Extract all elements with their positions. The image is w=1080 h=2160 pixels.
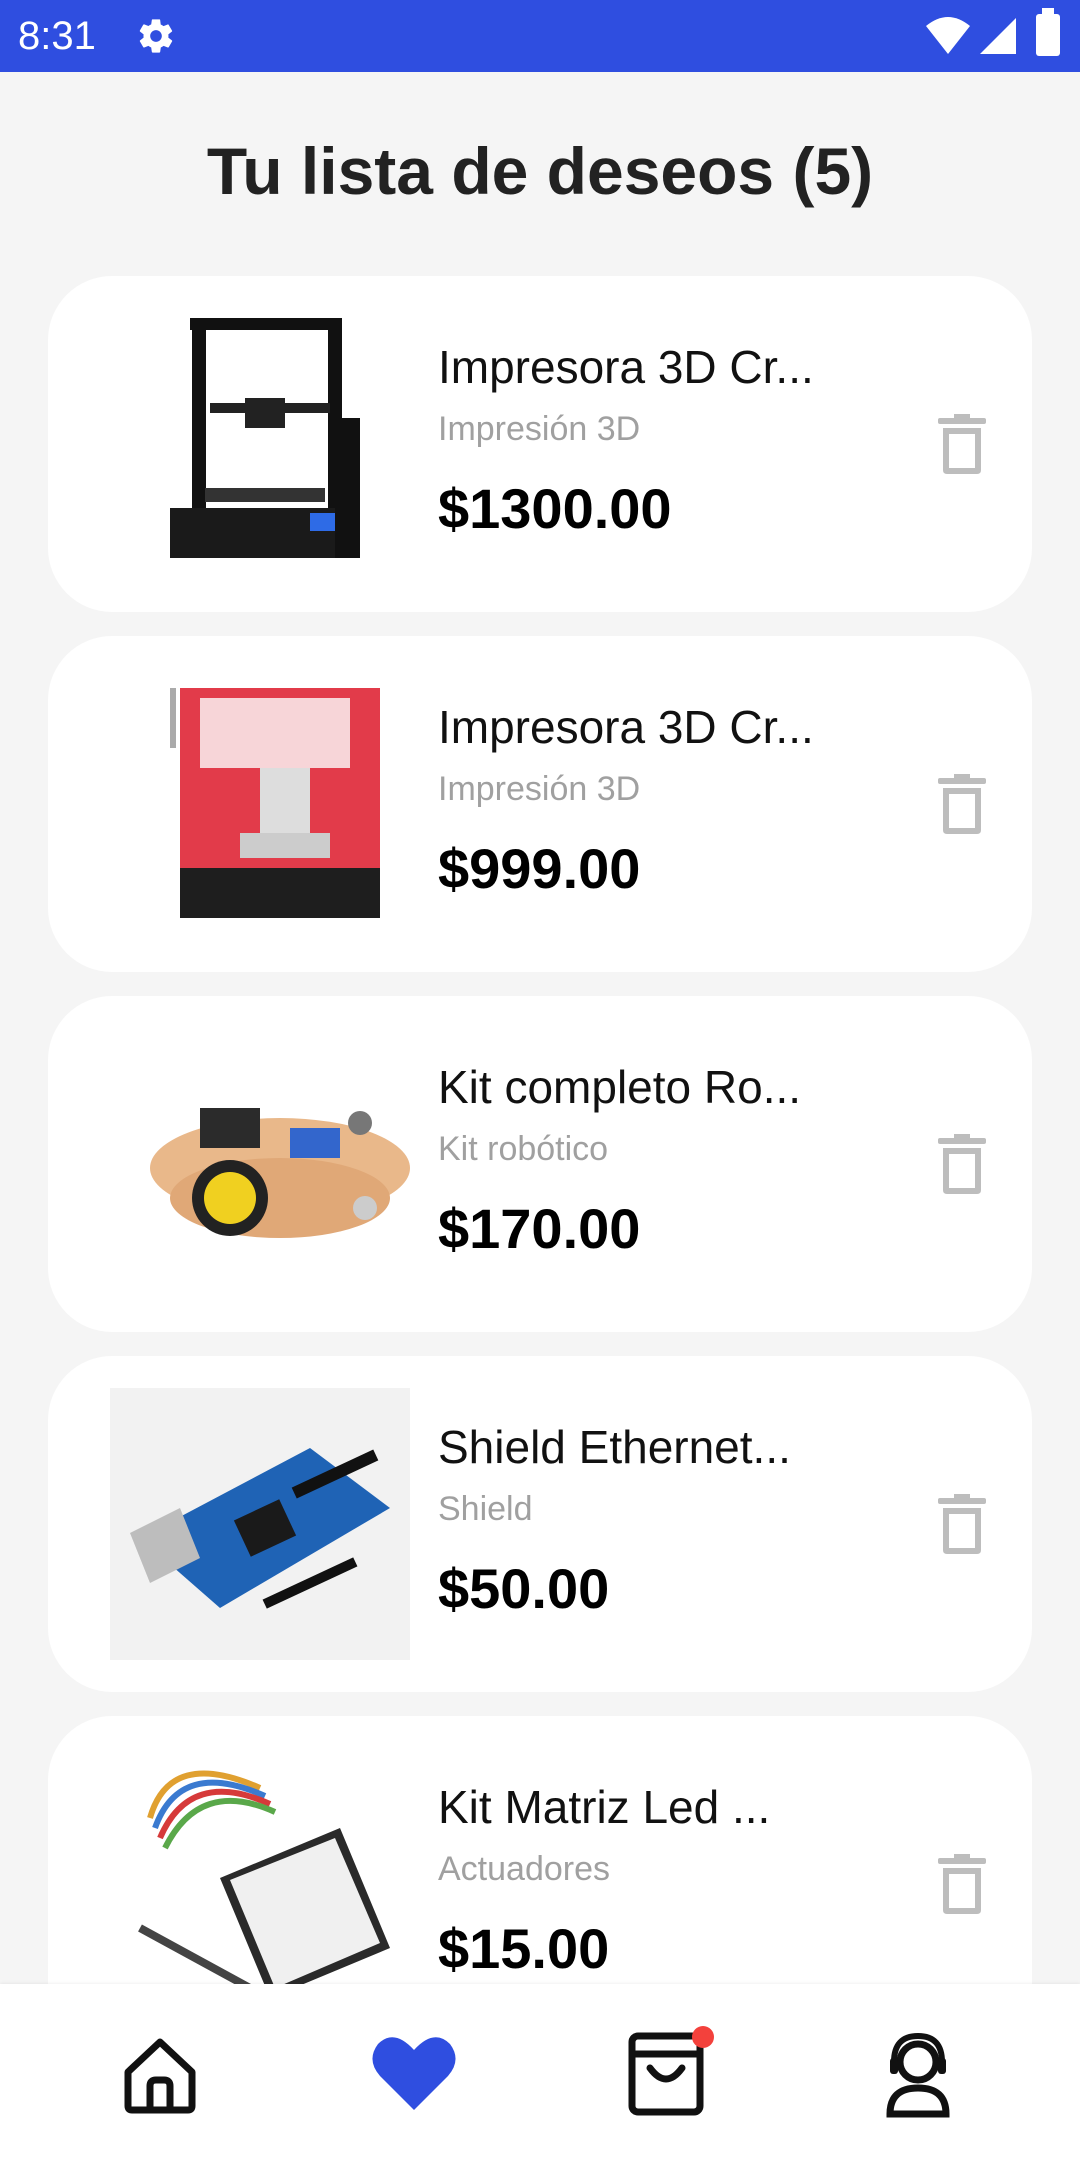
3d-printer-red-image [110, 668, 410, 940]
product-category: Kit robótico [438, 1130, 609, 1168]
trash-icon[interactable] [938, 1494, 986, 1554]
3d-printer-black-image [110, 308, 410, 580]
page-title: Tu lista de deseos (5) [206, 134, 874, 208]
wifi-icon [926, 17, 970, 54]
wishlist: Impresora 3D Cr... Impresión 3D $1300.00… [48, 276, 1032, 2076]
status-bar: 8:31 [0, 0, 1080, 72]
bottom-nav [0, 1984, 1080, 2160]
product-category: Impresión 3D [438, 410, 641, 448]
wishlist-item[interactable]: Impresora 3D Cr... Impresión 3D $1300.00 [48, 276, 1032, 612]
product-price: $15.00 [438, 1917, 610, 1980]
support-icon[interactable] [868, 2022, 968, 2122]
wishlist-item[interactable]: Kit completo Ro... Kit robótico $170.00 [48, 996, 1032, 1332]
product-price: $999.00 [438, 837, 641, 900]
wishlist-item[interactable]: Shield Ethernet... Shield $50.00 [48, 1356, 1032, 1692]
signal-icon [980, 18, 1016, 54]
product-price: $50.00 [438, 1557, 610, 1620]
product-price: $1300.00 [438, 477, 672, 540]
product-name: Impresora 3D Cr... [438, 341, 814, 393]
trash-icon[interactable] [938, 774, 986, 834]
wishlist-item[interactable]: Impresora 3D Cr... Impresión 3D $999.00 [48, 636, 1032, 972]
ethernet-shield-image [110, 1388, 410, 1660]
product-category: Shield [438, 1490, 533, 1528]
product-name: Kit Matriz Led ... [438, 1781, 771, 1833]
product-name: Shield Ethernet... [438, 1421, 791, 1473]
product-name: Impresora 3D Cr... [438, 701, 814, 753]
product-category: Actuadores [438, 1850, 610, 1888]
product-name: Kit completo Ro... [438, 1061, 802, 1113]
home-icon[interactable] [110, 2022, 210, 2122]
led-matrix-kit-image [110, 1748, 410, 2020]
product-category: Impresión 3D [438, 770, 641, 808]
gear-icon [139, 19, 173, 53]
product-price: $170.00 [438, 1197, 641, 1260]
cart-badge [692, 2026, 714, 2048]
trash-icon[interactable] [938, 414, 986, 474]
status-time: 8:31 [18, 14, 96, 58]
trash-icon[interactable] [938, 1134, 986, 1194]
trash-icon[interactable] [938, 1854, 986, 1914]
robot-car-kit-image [110, 1028, 410, 1300]
heart-icon[interactable] [364, 2022, 464, 2122]
battery-icon [1036, 8, 1060, 56]
